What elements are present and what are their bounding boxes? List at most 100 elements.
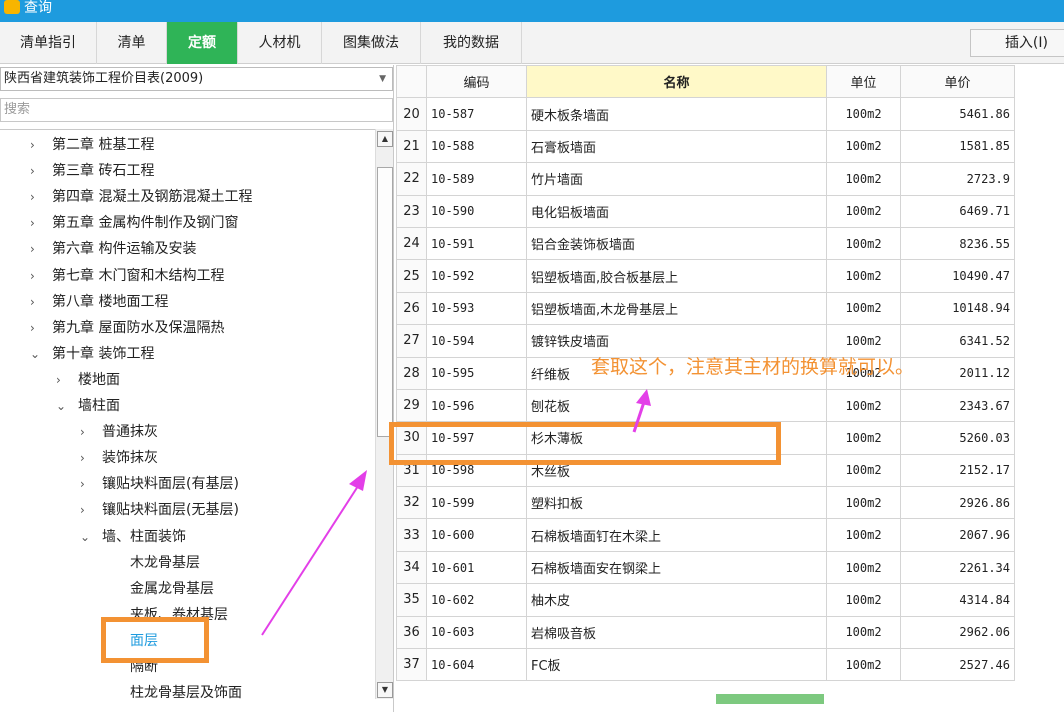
unit-cell[interactable]: 100m2 (826, 356, 901, 390)
tree-item[interactable]: 柱龙骨基层及饰面 (108, 680, 242, 706)
unit-cell[interactable]: 100m2 (826, 162, 901, 196)
name-cell[interactable]: 柚木皮 (526, 583, 827, 617)
table-row[interactable]: 35 10-602 柚木皮 100m2 4314.84 (396, 583, 1015, 617)
price-cell[interactable]: 1581.85 (900, 129, 1015, 164)
col-header-price[interactable]: 单价 (900, 64, 1015, 99)
tree-item[interactable]: 隔断 (108, 654, 158, 680)
row-number[interactable]: 22 (396, 162, 427, 196)
name-cell[interactable]: 纤维板 (526, 356, 827, 390)
search-input[interactable]: 搜索 (0, 98, 393, 122)
name-cell[interactable]: 杉木薄板 (526, 421, 827, 455)
unit-cell[interactable]: 100m2 (826, 324, 901, 358)
unit-cell[interactable]: 100m2 (826, 97, 901, 131)
tab-atlas-method[interactable]: 图集做法 (322, 22, 421, 64)
row-number[interactable]: 36 (396, 615, 427, 650)
price-cell[interactable]: 2152.17 (900, 453, 1015, 488)
table-row[interactable]: 34 10-601 石棉板墙面安在钢梁上 100m2 2261.34 (396, 550, 1015, 585)
chevron-right-icon[interactable]: › (30, 263, 52, 289)
name-cell[interactable]: 石棉板墙面安在钢梁上 (526, 550, 827, 585)
row-number[interactable]: 24 (396, 226, 427, 261)
name-cell[interactable]: 岩棉吸音板 (526, 615, 827, 650)
code-cell[interactable]: 10-599 (426, 486, 527, 520)
name-cell[interactable]: 铝塑板墙面,胶合板基层上 (526, 259, 827, 293)
chevron-right-icon[interactable]: › (56, 367, 78, 393)
scroll-thumb[interactable] (377, 167, 393, 437)
code-cell[interactable]: 10-595 (426, 356, 527, 390)
tree-item[interactable]: ⌄ 墙柱面 (56, 393, 120, 419)
chevron-down-icon[interactable]: ⌄ (56, 393, 78, 419)
scroll-handle[interactable] (716, 694, 824, 704)
code-cell[interactable]: 10-603 (426, 615, 527, 650)
table-row[interactable]: 25 10-592 铝塑板墙面,胶合板基层上 100m2 10490.47 (396, 259, 1015, 293)
chevron-right-icon[interactable]: › (80, 497, 102, 523)
price-cell[interactable]: 6469.71 (900, 194, 1015, 228)
unit-cell[interactable]: 100m2 (826, 453, 901, 488)
tree-item[interactable]: 夹板、卷材基层 (108, 602, 228, 628)
col-header-name[interactable]: 名称 (526, 64, 827, 99)
name-cell[interactable]: 竹片墙面 (526, 162, 827, 196)
unit-cell[interactable]: 100m2 (826, 583, 901, 617)
col-header-unit[interactable]: 单位 (826, 64, 901, 99)
table-row[interactable]: 28 10-595 纤维板 100m2 2011.12 (396, 356, 1015, 390)
tree-item[interactable]: › 楼地面 (56, 367, 120, 393)
code-cell[interactable]: 10-600 (426, 518, 527, 552)
code-cell[interactable]: 10-591 (426, 226, 527, 261)
tree-scrollbar[interactable]: ▲ ▼ (375, 129, 393, 699)
tab-my-data[interactable]: 我的数据 (421, 22, 522, 64)
tree-item[interactable]: ⌄ 墙、柱面装饰 (80, 524, 186, 550)
price-cell[interactable]: 5461.86 (900, 97, 1015, 131)
price-cell[interactable]: 10490.47 (900, 259, 1015, 293)
chevron-right-icon[interactable]: › (80, 445, 102, 471)
table-row[interactable]: 37 10-604 FC板 100m2 2527.46 (396, 648, 1015, 682)
name-cell[interactable]: 铝塑板墙面,木龙骨基层上 (526, 291, 827, 326)
code-cell[interactable]: 10-588 (426, 129, 527, 164)
tree-item[interactable]: › 第九章 屋面防水及保温隔热 (30, 315, 224, 341)
name-cell[interactable]: 刨花板 (526, 388, 827, 423)
table-row[interactable]: 24 10-591 铝合金装饰板墙面 100m2 8236.55 (396, 226, 1015, 261)
price-cell[interactable]: 6341.52 (900, 324, 1015, 358)
chevron-right-icon[interactable]: › (80, 419, 102, 445)
tree-item[interactable]: › 第五章 金属构件制作及钢门窗 (30, 210, 238, 236)
table-row[interactable]: 23 10-590 电化铝板墙面 100m2 6469.71 (396, 194, 1015, 228)
tree-item[interactable]: 面层 (108, 628, 158, 654)
code-cell[interactable]: 10-598 (426, 453, 527, 488)
tree-item[interactable]: › 装饰抹灰 (80, 445, 158, 471)
scroll-up-icon[interactable]: ▲ (377, 131, 393, 147)
chevron-right-icon[interactable]: › (30, 184, 52, 210)
table-row[interactable]: 22 10-589 竹片墙面 100m2 2723.9 (396, 162, 1015, 196)
table-row[interactable]: 29 10-596 刨花板 100m2 2343.67 (396, 388, 1015, 423)
row-number[interactable]: 21 (396, 129, 427, 164)
unit-cell[interactable]: 100m2 (826, 226, 901, 261)
code-cell[interactable]: 10-589 (426, 162, 527, 196)
table-row[interactable]: 36 10-603 岩棉吸音板 100m2 2962.06 (396, 615, 1015, 650)
row-number[interactable]: 28 (396, 356, 427, 390)
unit-cell[interactable]: 100m2 (826, 550, 901, 585)
code-cell[interactable]: 10-604 (426, 648, 527, 682)
name-cell[interactable]: 硬木板条墙面 (526, 97, 827, 131)
code-cell[interactable]: 10-594 (426, 324, 527, 358)
chevron-right-icon[interactable]: › (80, 471, 102, 497)
price-cell[interactable]: 2261.34 (900, 550, 1015, 585)
chevron-right-icon[interactable]: › (30, 236, 52, 262)
code-cell[interactable]: 10-602 (426, 583, 527, 617)
table-row[interactable]: 26 10-593 铝塑板墙面,木龙骨基层上 100m2 10148.94 (396, 291, 1015, 326)
tree-item[interactable]: 木龙骨基层 (108, 550, 200, 576)
code-cell[interactable]: 10-593 (426, 291, 527, 326)
tab-bill-guide[interactable]: 清单指引 (0, 22, 97, 64)
code-cell[interactable]: 10-597 (426, 421, 527, 455)
row-number[interactable]: 27 (396, 324, 427, 358)
tree-item[interactable]: › 第六章 构件运输及安装 (30, 236, 196, 262)
price-cell[interactable]: 2527.46 (900, 648, 1015, 682)
tree-item[interactable]: › 普通抹灰 (80, 419, 158, 445)
tree-item[interactable]: 金属龙骨基层 (108, 576, 214, 602)
row-number[interactable]: 30 (396, 421, 427, 455)
price-cell[interactable]: 2723.9 (900, 162, 1015, 196)
code-cell[interactable]: 10-592 (426, 259, 527, 293)
unit-cell[interactable]: 100m2 (826, 388, 901, 423)
row-number[interactable]: 33 (396, 518, 427, 552)
name-cell[interactable]: FC板 (526, 648, 827, 682)
unit-cell[interactable]: 100m2 (826, 486, 901, 520)
code-cell[interactable]: 10-587 (426, 97, 527, 131)
table-row[interactable]: 32 10-599 塑料扣板 100m2 2926.86 (396, 486, 1015, 520)
tree-item[interactable]: › 第二章 桩基工程 (30, 132, 154, 158)
